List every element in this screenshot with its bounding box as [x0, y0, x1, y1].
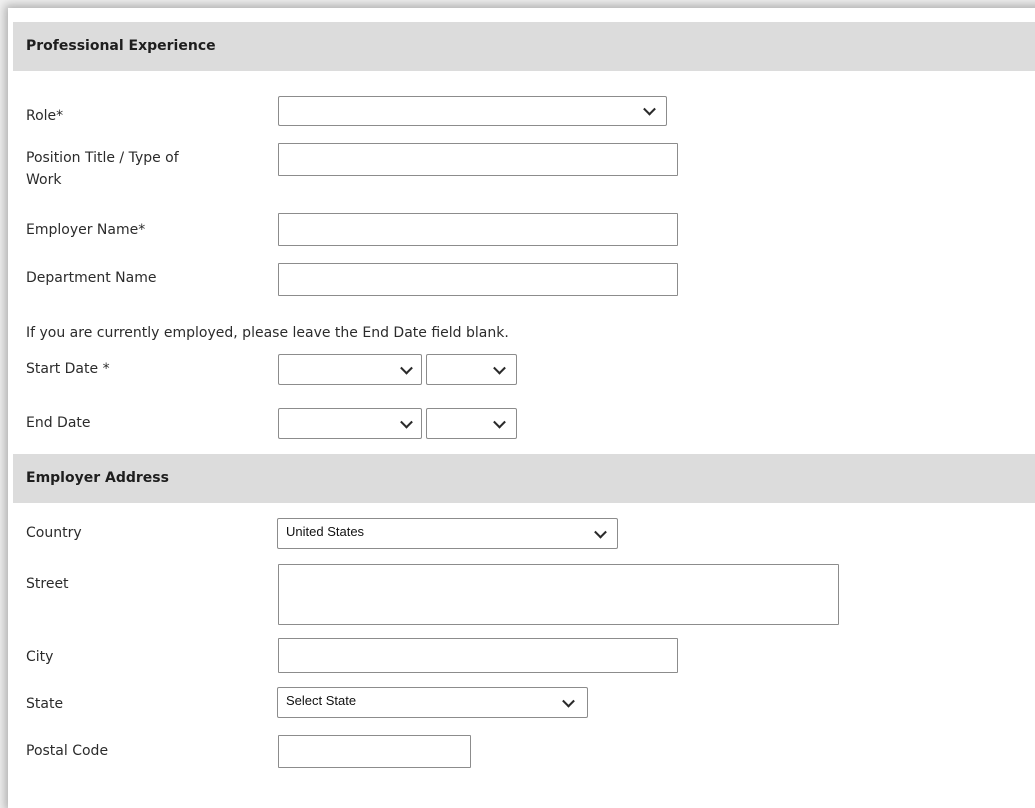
department-name-input[interactable]	[278, 263, 678, 296]
employment-note: If you are currently employed, please le…	[26, 325, 509, 341]
section-title: Professional Experience	[26, 38, 216, 54]
chevron-down-icon	[562, 694, 575, 708]
city-input[interactable]	[278, 638, 678, 673]
street-label: Street	[26, 576, 69, 592]
city-label: City	[26, 649, 54, 665]
position-title-label-line2: Work	[26, 172, 62, 188]
start-date-year-select[interactable]	[426, 354, 517, 385]
state-select[interactable]: Select State	[277, 687, 588, 718]
state-select-value: Select State	[286, 693, 357, 708]
role-label: Role*	[26, 108, 64, 124]
form-panel: Professional Experience Role* Position T…	[8, 8, 1035, 808]
section-header-professional-experience: Professional Experience	[13, 22, 1035, 71]
position-title-input[interactable]	[278, 143, 678, 176]
state-label: State	[26, 696, 64, 712]
chevron-down-icon	[400, 361, 413, 375]
end-date-year-select[interactable]	[426, 408, 517, 439]
postal-code-input[interactable]	[278, 735, 471, 768]
department-name-label: Department Name	[26, 270, 157, 286]
chevron-down-icon	[493, 415, 506, 429]
chevron-down-icon	[594, 525, 607, 539]
postal-code-label: Postal Code	[26, 743, 109, 759]
chevron-down-icon	[643, 102, 656, 116]
employer-name-input[interactable]	[278, 213, 678, 246]
role-select[interactable]	[278, 96, 667, 126]
position-title-label-line1: Position Title / Type of	[26, 150, 179, 166]
end-date-label: End Date	[26, 415, 91, 431]
country-select[interactable]: United States	[277, 518, 618, 549]
chevron-down-icon	[400, 415, 413, 429]
chevron-down-icon	[493, 361, 506, 375]
street-textarea[interactable]	[278, 564, 839, 625]
start-date-month-select[interactable]	[278, 354, 422, 385]
section-header-employer-address: Employer Address	[13, 454, 1035, 503]
section-title: Employer Address	[26, 470, 169, 486]
start-date-label: Start Date *	[26, 361, 110, 377]
end-date-month-select[interactable]	[278, 408, 422, 439]
employer-name-label: Employer Name*	[26, 222, 146, 238]
country-label: Country	[26, 525, 82, 541]
country-select-value: United States	[286, 524, 365, 539]
